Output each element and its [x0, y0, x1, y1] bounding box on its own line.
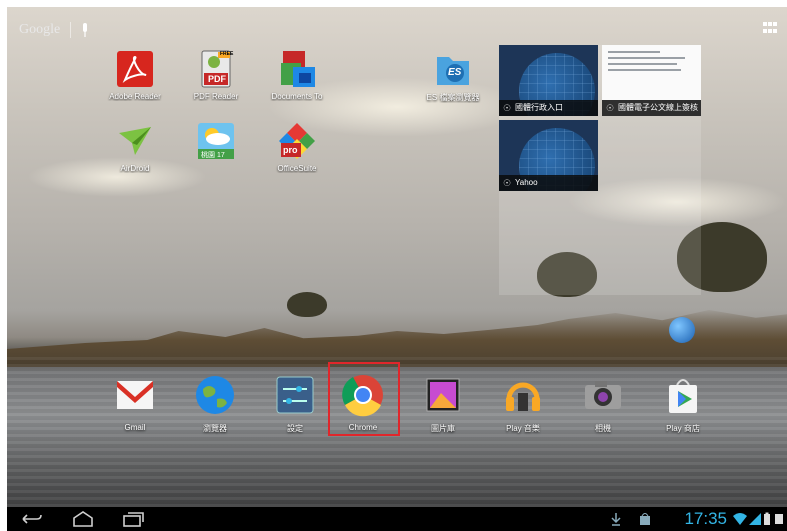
bookmark-tile[interactable]: 國體行政入口 [499, 45, 598, 116]
dock-settings[interactable]: 設定 [257, 373, 333, 434]
google-search-bar[interactable]: Google [19, 19, 89, 41]
adobe-reader-icon [115, 49, 155, 89]
gallery-icon [421, 373, 465, 417]
bookmark-tile[interactable]: Yahoo [499, 120, 598, 191]
shopping-bag-icon[interactable] [639, 512, 651, 526]
dock-label: Gmail [124, 423, 146, 432]
app-documents-to-go[interactable]: Documents To [259, 49, 335, 101]
pdf-reader-icon: FREE PDF [196, 49, 236, 89]
signal-icon [749, 513, 761, 525]
chrome-highlight-box [328, 362, 400, 436]
android-home-screen: Google Adobe Reader FREE PDF PDF Reader … [7, 7, 787, 531]
app-airdroid[interactable]: AirDroid [97, 121, 173, 173]
home-icon[interactable] [71, 510, 95, 528]
app-adobe-reader[interactable]: Adobe Reader [97, 49, 173, 101]
download-icon[interactable] [611, 512, 621, 526]
dock-label: 相機 [595, 424, 611, 433]
dock-label: 設定 [287, 424, 303, 433]
dock-label: Play 音樂 [506, 424, 540, 433]
app-label: AirDroid [120, 164, 150, 173]
clock[interactable]: 17:35 [684, 509, 727, 529]
camera-icon [581, 373, 625, 417]
back-icon[interactable] [19, 510, 43, 528]
app-pdf-reader[interactable]: FREE PDF PDF Reader [178, 49, 254, 101]
es-file-explorer-icon: ES [433, 49, 473, 89]
app-es-file-explorer[interactable]: ES ES 檔案瀏覽器 [415, 49, 491, 103]
documents-to-go-icon [277, 49, 317, 89]
officesuite-icon: pro [277, 121, 317, 161]
wallpaper-tree [287, 292, 327, 317]
airdroid-icon [115, 121, 155, 161]
pro-text: pro [283, 145, 298, 155]
weather-text: 桃園 17 [201, 152, 225, 159]
microphone-icon[interactable] [81, 23, 89, 37]
app-label: PDF Reader [193, 92, 239, 101]
browser-globe-icon [193, 373, 237, 417]
app-label: Documents To [271, 92, 323, 101]
dock-browser[interactable]: 瀏覽器 [177, 373, 253, 434]
app-label: Adobe Reader [109, 92, 161, 101]
bookmark-tile[interactable]: 國體電子公文線上簽核 [602, 45, 701, 116]
app-label: ES 檔案瀏覽器 [426, 93, 480, 102]
dock-gmail[interactable]: Gmail [97, 373, 173, 432]
page-thumbnail [608, 51, 694, 75]
play-music-icon [501, 373, 545, 417]
dock-play-store[interactable]: Play 商店 [645, 373, 721, 434]
dock-gallery[interactable]: 圖片庫 [405, 373, 481, 434]
google-search-label[interactable]: Google [19, 22, 60, 38]
all-apps-grid-icon[interactable] [763, 22, 777, 34]
system-nav-bar: 17:35 [7, 507, 787, 531]
dock-camera[interactable]: 相機 [565, 373, 641, 434]
wifi-icon [733, 513, 747, 525]
pdf-text: PDF [208, 74, 226, 84]
search-divider [70, 22, 72, 38]
app-label: OfficeSuite [277, 164, 317, 173]
bookmarks-widget: 國體行政入口 國體電子公文線上簽核 Yahoo [499, 45, 701, 295]
bookmark-label: Yahoo [499, 175, 598, 191]
bookmark-label: 國體電子公文線上簽核 [602, 100, 701, 116]
battery-icon [764, 512, 770, 525]
browser-globe-icon[interactable] [669, 317, 695, 343]
dock-label: Play 商店 [666, 424, 700, 433]
dock-label: 圖片庫 [431, 424, 455, 433]
free-badge: FREE [220, 51, 234, 57]
dock-play-music[interactable]: Play 音樂 [485, 373, 561, 434]
app-officesuite[interactable]: pro OfficeSuite [259, 121, 335, 173]
bookmark-label: 國體行政入口 [499, 100, 598, 116]
es-text: ES [448, 67, 462, 78]
gmail-icon [113, 373, 157, 417]
weather-app-icon: 桃園 17 [196, 121, 236, 161]
recent-apps-icon[interactable] [121, 510, 145, 528]
settings-icon [273, 373, 317, 417]
notification-icon[interactable] [774, 512, 784, 526]
play-store-icon [661, 373, 705, 417]
app-weather[interactable]: 桃園 17 [178, 121, 254, 164]
dock-label: 瀏覽器 [203, 424, 227, 433]
